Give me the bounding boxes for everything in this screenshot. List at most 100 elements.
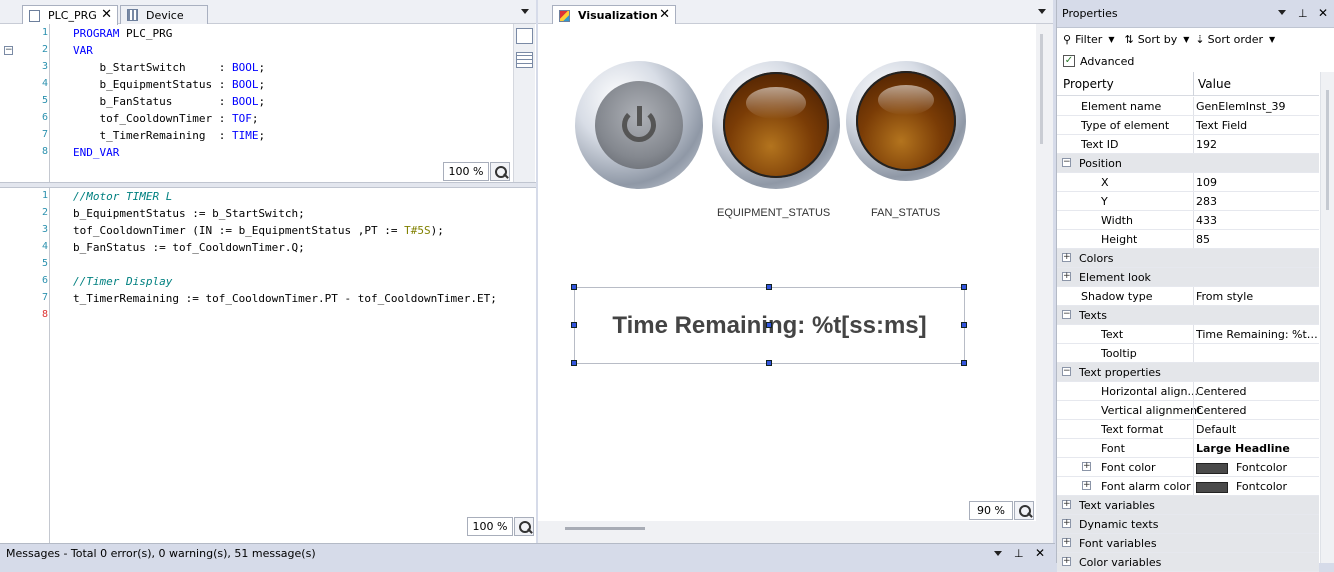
declaration-editor[interactable]: − 1 PROGRAM PLC_PRG 2 VAR 3 b_StartSwitch : … [0,24,536,182]
property-category[interactable]: + Text variables [1057,496,1319,515]
pin-icon[interactable]: ⊥ [1298,7,1308,20]
close-icon[interactable]: ✕ [101,7,112,22]
resize-handle[interactable] [961,284,967,290]
property-value[interactable]: GenElemInst_39 [1196,100,1318,113]
property-row[interactable]: Horizontal align... Centered [1057,382,1319,401]
property-row[interactable]: Shadow type From style [1057,287,1319,306]
property-value[interactable]: 192 [1196,138,1318,151]
property-category[interactable]: − Position [1057,154,1319,173]
property-row[interactable]: + Font color Fontcolor [1057,458,1319,477]
filter-button[interactable]: Filter [1075,33,1102,46]
code-token: tof_CooldownTimer : [73,112,232,125]
expand-icon[interactable]: + [1062,519,1071,528]
close-icon[interactable]: ✕ [659,7,670,22]
fold-toggle-icon[interactable]: − [4,46,13,55]
expand-icon[interactable]: + [1062,557,1071,566]
property-row[interactable]: Height 85 [1057,230,1319,249]
property-value[interactable]: From style [1196,290,1318,303]
table-view-icon[interactable] [516,52,533,68]
close-icon[interactable]: ✕ [1318,6,1328,20]
chevron-down-icon[interactable] [521,9,529,14]
property-category[interactable]: − Texts [1057,306,1319,325]
resize-handle[interactable] [766,284,772,290]
tab-visualization[interactable]: Visualization ✕ [552,5,676,25]
property-value[interactable]: Time Remaining: %t[s... [1196,328,1318,341]
property-row[interactable]: Text ID 192 [1057,135,1319,154]
expand-icon[interactable]: + [1082,462,1091,471]
collapse-icon[interactable]: − [1062,367,1071,376]
property-row[interactable]: Y 283 [1057,192,1319,211]
sort-order-button[interactable]: Sort order [1208,33,1263,46]
collapse-icon[interactable]: − [1062,158,1071,167]
zoom-icon[interactable] [490,162,510,181]
horizontal-scrollbar[interactable] [538,521,1053,543]
property-value[interactable]: 109 [1196,176,1318,189]
implementation-editor[interactable]: 1 //Motor TIMER L 2 b_EquipmentStatus := b_… [0,188,536,543]
property-row[interactable]: Vertical alignment Centered [1057,401,1319,420]
zoom-icon[interactable] [1014,501,1034,520]
property-category[interactable]: + Font variables [1057,534,1319,553]
property-value[interactable]: 433 [1196,214,1318,227]
property-value[interactable]: Text Field [1196,119,1318,132]
expand-icon[interactable]: + [1062,538,1071,547]
resize-handle[interactable] [571,360,577,366]
tab-plc-prg[interactable]: PLC_PRG ✕ [22,5,118,25]
property-category[interactable]: + Dynamic texts [1057,515,1319,534]
property-row[interactable]: Element name GenElemInst_39 [1057,97,1319,116]
messages-bar[interactable]: Messages - Total 0 error(s), 0 warning(s… [0,543,1055,563]
property-category[interactable]: + Element look [1057,268,1319,287]
resize-handle[interactable] [571,322,577,328]
property-row[interactable]: Width 433 [1057,211,1319,230]
code-token: END_VAR [73,146,120,159]
property-value[interactable]: Fontcolor [1196,461,1318,474]
property-row[interactable]: Tooltip [1057,344,1319,363]
visualization-canvas[interactable]: EQUIPMENT_STATUS FAN_STATUS Time Remaini… [538,24,1036,521]
property-value[interactable]: Large Headline [1196,442,1318,455]
property-row[interactable]: Text format Default [1057,420,1319,439]
zoom-icon[interactable] [514,517,534,536]
zoom-level[interactable]: 100 % [443,162,489,181]
sort-by-button[interactable]: Sort by [1138,33,1178,46]
expand-icon[interactable]: + [1062,500,1071,509]
chevron-down-icon[interactable] [1038,9,1046,14]
property-value[interactable]: Fontcolor [1196,480,1318,493]
property-value[interactable]: 85 [1196,233,1318,246]
advanced-checkbox[interactable]: ✓ [1063,55,1075,67]
close-icon[interactable]: ✕ [1035,546,1045,560]
property-value[interactable]: 283 [1196,195,1318,208]
chevron-down-icon[interactable]: ▼ [1108,35,1114,44]
property-row[interactable]: Font Large Headline [1057,439,1319,458]
property-value[interactable]: Centered [1196,385,1318,398]
chevron-down-icon[interactable]: ▼ [1269,35,1275,44]
tab-device[interactable]: Device [120,5,208,24]
property-value[interactable]: Default [1196,423,1318,436]
chevron-down-icon[interactable]: ▼ [1183,35,1189,44]
expand-icon[interactable]: + [1062,253,1071,262]
pin-icon[interactable]: ⊥ [1014,547,1024,560]
resize-handle[interactable] [766,322,772,328]
resize-handle[interactable] [961,360,967,366]
resize-handle[interactable] [961,322,967,328]
text-view-icon[interactable] [516,28,533,44]
collapse-icon[interactable]: − [1062,310,1071,319]
property-row[interactable]: + Font alarm color Fontcolor [1057,477,1319,496]
property-row[interactable]: X 109 [1057,173,1319,192]
property-category[interactable]: + Colors [1057,249,1319,268]
property-category[interactable]: − Text properties [1057,363,1319,382]
chevron-down-icon[interactable] [994,551,1002,556]
vertical-scrollbar[interactable] [1320,72,1334,563]
start-switch-button[interactable] [575,61,703,189]
zoom-level[interactable]: 90 % [969,501,1013,520]
expand-icon[interactable]: + [1062,272,1071,281]
resize-handle[interactable] [571,284,577,290]
property-value[interactable]: Centered [1196,404,1318,417]
property-row[interactable]: Type of element Text Field [1057,116,1319,135]
vertical-scrollbar[interactable] [1036,24,1053,521]
resize-handle[interactable] [766,360,772,366]
color-swatch[interactable] [1196,481,1228,493]
property-row[interactable]: Text Time Remaining: %t[s... [1057,325,1319,344]
zoom-level[interactable]: 100 % [467,517,513,536]
color-swatch[interactable] [1196,462,1228,474]
chevron-down-icon[interactable] [1278,10,1286,15]
expand-icon[interactable]: + [1082,481,1091,490]
